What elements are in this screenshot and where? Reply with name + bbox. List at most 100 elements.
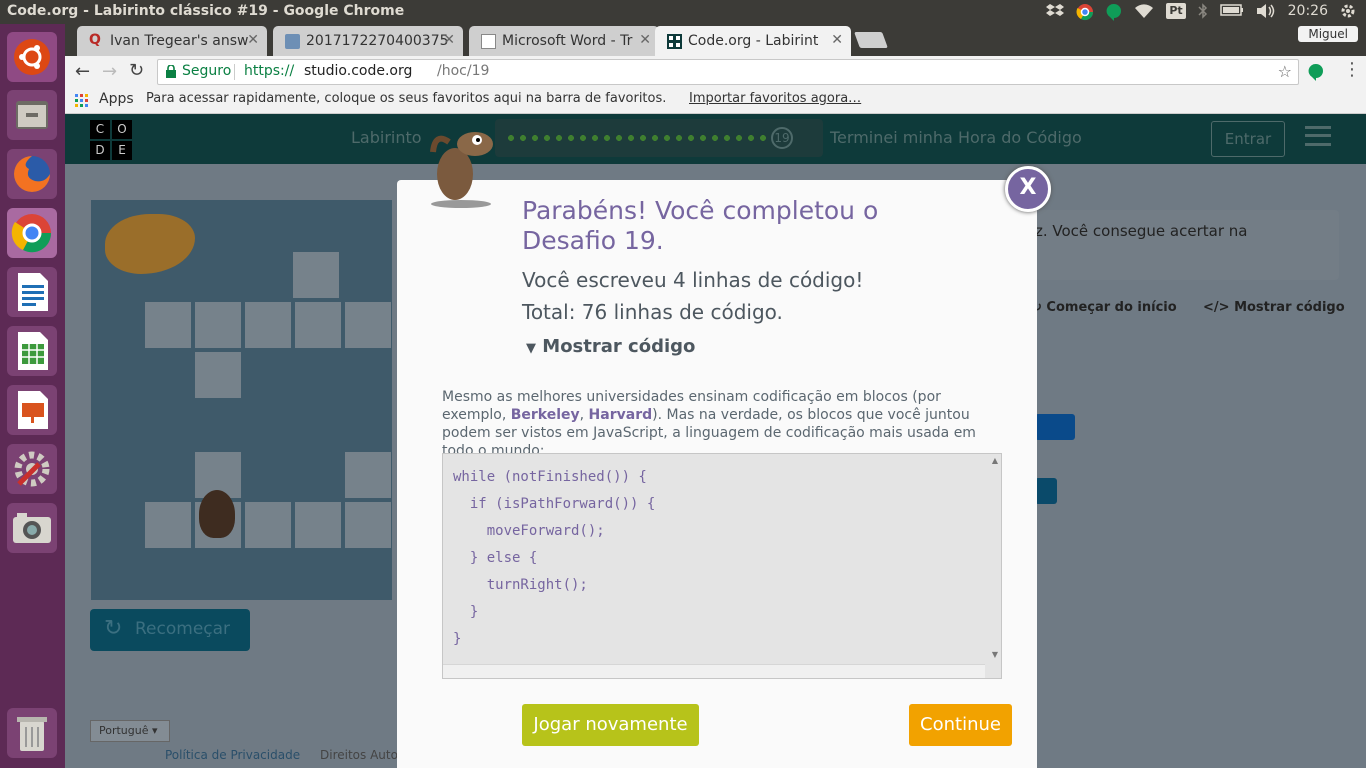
scrat-mascot [425,122,497,208]
dropbox-icon[interactable] [1046,3,1065,19]
tab-label: Microsoft Word - Tr [502,33,633,49]
files-icon[interactable] [7,90,57,140]
workspace-block[interactable] [1035,478,1057,504]
code-line: moveForward(); [453,523,605,539]
url-host: studio.code.org [304,63,413,79]
code-viewer[interactable]: while (notFinished()) { if (isPathForwar… [442,453,1002,679]
libreoffice-impress-icon[interactable] [7,385,57,435]
codeorg-icon [667,34,682,49]
close-tab-icon[interactable]: ✕ [247,32,259,48]
tab-label: 2017172270400375 [306,33,449,49]
libreoffice-calc-icon[interactable] [7,326,57,376]
code-line: while (notFinished()) { [453,469,647,485]
hangouts-extension-icon[interactable] [1308,63,1324,85]
chrome-indicator-icon[interactable] [1076,3,1094,21]
close-tab-icon[interactable]: ✕ [831,32,843,48]
ubuntu-dash-icon[interactable] [7,32,57,82]
power-gear-icon[interactable] [1340,3,1356,19]
reload-icon[interactable]: ↻ [129,60,144,81]
profile-button[interactable]: Miguel [1298,26,1358,42]
generic-icon [285,34,300,49]
scroll-down-arrow-icon[interactable]: ▼ [992,650,998,659]
lines-total: Total: 76 linhas de código. [522,300,783,324]
wifi-icon[interactable] [1134,3,1154,19]
tab-codeorg[interactable]: Code.org - Labirint ✕ [655,26,851,56]
battery-icon[interactable] [1219,3,1244,19]
privacy-link[interactable]: Política de Privacidade [165,748,300,762]
rights-link[interactable]: Direitos Auto [320,748,398,762]
quora-icon: Q [89,32,101,48]
close-tab-icon[interactable]: ✕ [443,32,455,48]
tab-strip: Q Ivan Tregear's answ ✕ 2017172270400375… [65,24,1366,56]
hoc-finish-link[interactable]: Terminei minha Hora do Código [830,128,1082,147]
system-settings-icon[interactable] [7,444,57,494]
libreoffice-writer-icon[interactable] [7,267,57,317]
close-tab-icon[interactable]: ✕ [639,32,651,48]
window-title: Code.org - Labirinto clássico #19 - Goog… [7,3,405,19]
chrome-launcher-icon[interactable] [7,208,57,258]
workspace-block[interactable] [1035,414,1075,440]
firefox-icon[interactable] [7,149,57,199]
tab-label: Code.org - Labirint [688,33,819,49]
caret-down-icon: ▼ [526,341,536,356]
continue-button[interactable]: Continue [909,704,1012,746]
level-badge[interactable]: 19 [771,127,793,149]
chrome-window: Q Ivan Tregear's answ ✕ 2017172270400375… [65,24,1366,768]
reset-button[interactable]: ↻ Recomeçar [90,609,250,651]
volume-icon[interactable] [1256,3,1276,19]
show-code-toggle[interactable]: ▼ Mostrar código [526,336,695,357]
code-line: } [453,604,479,620]
tab-quora[interactable]: Q Ivan Tregear's answ ✕ [77,26,267,56]
clock[interactable]: 20:26 [1288,3,1328,19]
codeorg-header: C O D E Labirinto 19 Terminei minha Hora… [65,114,1366,164]
code-listing: while (notFinished()) { if (isPathForwar… [453,464,655,653]
maze-canvas[interactable] [91,200,392,600]
unity-launcher [0,24,65,768]
forward-icon[interactable]: → [102,61,117,82]
reset-icon: ↻ [104,616,123,641]
screenshot-camera-icon[interactable] [7,503,57,553]
code-explanation: Mesmo as melhores universidades ensinam … [442,389,976,459]
tab-word[interactable]: Microsoft Word - Tr ✕ [469,26,659,56]
scroll-up-arrow-icon[interactable]: ▲ [992,456,998,465]
level-progress[interactable]: 19 [495,119,823,157]
lock-icon [166,64,176,78]
hangouts-icon[interactable] [1106,3,1122,22]
harvard-link[interactable]: Harvard [589,407,653,423]
secure-label: Seguro [182,63,232,79]
start-over-button[interactable]: ↻ Começar do início [1031,300,1177,315]
tab-label: Ivan Tregear's answ [110,33,249,49]
close-dialog-button[interactable]: X [1005,166,1051,212]
chrome-menu-icon[interactable]: ⋮ [1343,61,1361,79]
level-complete-dialog: X Parabéns! Você completou o Desafio 19.… [397,132,1051,768]
address-bar[interactable]: Seguro https:// studio.code.org /hoc/19 … [157,59,1299,85]
back-icon[interactable]: ← [75,61,90,82]
puzzle-name: Labirinto [351,128,422,147]
bluetooth-icon[interactable] [1198,3,1208,19]
codeorg-logo[interactable]: C O D E [90,120,132,160]
url-path: /hoc/19 [437,63,490,79]
horizontal-scrollbar[interactable] [443,664,985,678]
apps-grid-icon[interactable] [75,94,89,112]
hamburger-menu-icon[interactable] [1305,126,1331,146]
code-line: turnRight(); [453,577,588,593]
bookmark-star-icon[interactable]: ☆ [1278,62,1292,81]
code-line: if (isPathForward()) { [453,496,656,512]
lines-written: Você escreveu 4 linhas de código! [522,268,864,292]
signin-button[interactable]: Entrar [1211,121,1285,157]
tab-document[interactable]: 2017172270400375 ✕ [273,26,463,56]
instructions-text: z. Você consegue acertar na [1035,222,1248,240]
new-tab-button[interactable] [854,32,888,48]
keyboard-layout[interactable]: Pt [1166,3,1186,19]
language-select[interactable]: Portuguê ▾ [90,720,170,742]
replay-button[interactable]: Jogar novamente [522,704,699,746]
apps-link[interactable]: Apps [99,91,134,107]
show-code-button[interactable]: </> Mostrar código [1203,300,1345,315]
squirrel-character [199,490,235,538]
berkeley-link[interactable]: Berkeley [511,407,580,423]
import-bookmarks-link[interactable]: Importar favoritos agora… [689,91,861,106]
code-line: } [453,631,462,647]
page-content: C O D E Labirinto 19 Terminei minha Hora… [65,114,1366,768]
trash-icon[interactable] [7,708,57,758]
code-line: } else { [453,550,538,566]
